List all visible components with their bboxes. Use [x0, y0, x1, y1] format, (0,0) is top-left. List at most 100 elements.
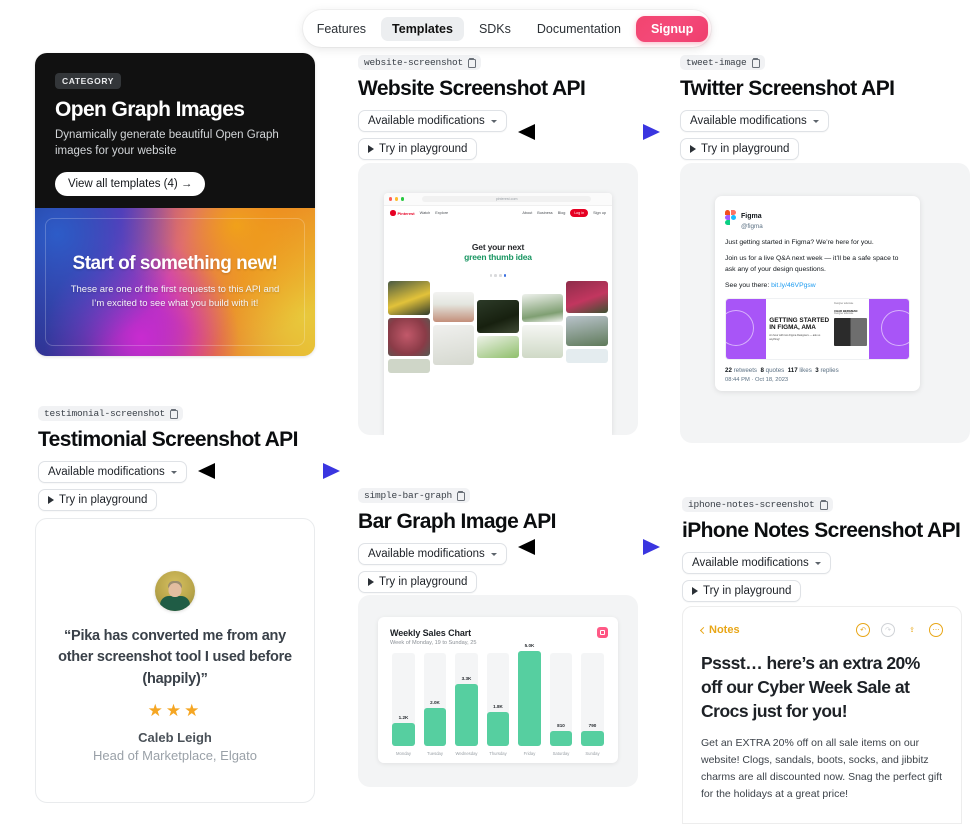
- available-modifications-dropdown[interactable]: Available modifications: [680, 110, 829, 132]
- try-in-playground-button[interactable]: Try in playground: [682, 580, 802, 602]
- grid-tile[interactable]: [566, 348, 608, 363]
- copy-icon[interactable]: [751, 58, 760, 68]
- grid-tile[interactable]: [388, 358, 430, 373]
- signup-button[interactable]: Signup: [635, 15, 709, 42]
- tweet-likes-label: likes: [799, 366, 812, 374]
- pinterest-nav-explore[interactable]: Explore: [435, 211, 448, 215]
- grid-tile[interactable]: [521, 324, 564, 358]
- grid-tile[interactable]: [477, 335, 519, 358]
- og-card-header: CATEGORY Open Graph Images Dynamically g…: [35, 53, 315, 208]
- pinterest-hero: Get your next green thumb idea: [384, 220, 612, 268]
- playground-label: Try in playground: [701, 143, 790, 155]
- api-title-testimonial-screenshot: Testimonial Screenshot API: [38, 428, 298, 451]
- open-graph-category-card[interactable]: CATEGORY Open Graph Images Dynamically g…: [35, 53, 315, 356]
- play-icon: [368, 578, 374, 586]
- slug-badge-website-screenshot[interactable]: website-screenshot: [358, 55, 482, 70]
- grid-tile[interactable]: [432, 291, 475, 322]
- chart-subtitle: Week of Monday, 19 to Sunday, 25: [390, 640, 477, 646]
- nav-item-sdks[interactable]: SDKs: [468, 17, 522, 41]
- chart-bar-label: Saturday: [552, 751, 570, 756]
- view-all-templates-button[interactable]: View all templates (4) →: [55, 171, 206, 196]
- window-zoom-dot: [400, 197, 404, 201]
- try-in-playground-button[interactable]: Try in playground: [38, 489, 158, 511]
- grid-tile[interactable]: [566, 280, 608, 313]
- grid-tile[interactable]: [388, 317, 430, 356]
- chart-bar-value: 1.2K: [398, 715, 409, 721]
- dropdown-label: Available modifications: [368, 115, 485, 127]
- pinterest-signup-button[interactable]: Sign up: [593, 211, 606, 215]
- playground-row: Try in playground: [38, 489, 338, 511]
- tweet-stats: 22 retweets 8 quotes 117 likes 3 replies: [725, 367, 910, 374]
- og-card-subtitle: Dynamically generate beautiful Open Grap…: [55, 129, 279, 158]
- chevron-down-icon: [490, 119, 497, 123]
- nav-item-documentation[interactable]: Documentation: [526, 17, 632, 41]
- available-modifications-dropdown[interactable]: Available modifications: [38, 461, 187, 483]
- pinterest-nav-blog[interactable]: Blog: [558, 211, 566, 215]
- pinterest-nav-business[interactable]: Business: [537, 211, 552, 215]
- tweet-timestamp: 08:44 PM · Oct 18, 2023: [725, 376, 789, 383]
- copy-icon[interactable]: [467, 58, 477, 68]
- tweet-text-line1: Just getting started in Figma? We’re her…: [725, 238, 874, 246]
- section-iphone-notes-screenshot: iphone-notes-screenshot iPhone Notes Scr…: [682, 494, 972, 608]
- slug-badge-tweet-image[interactable]: tweet-image: [680, 55, 765, 70]
- chart-bar-value: 810: [557, 722, 565, 728]
- notes-body: Get an EXTRA 20% off on all sale items o…: [701, 737, 943, 801]
- dropdown-label: Available modifications: [48, 466, 165, 478]
- slug-text: iphone-notes-screenshot: [688, 499, 815, 510]
- pinterest-nav-watch[interactable]: Watch: [420, 211, 431, 215]
- slug-badge-simple-bar-graph[interactable]: simple-bar-graph: [358, 488, 471, 503]
- grid-tile[interactable]: [388, 280, 430, 315]
- try-in-playground-button[interactable]: Try in playground: [358, 571, 478, 593]
- grid-tile[interactable]: [566, 315, 608, 346]
- chevron-down-icon: [814, 561, 821, 565]
- tweet-image-headline: GETTING STARTED IN FIGMA, AMA: [769, 316, 830, 331]
- chart-bars: 1.2K Monday 2.0K Tuesday 3.3K Wednesday 1.8K Th…: [390, 643, 606, 757]
- slug-text: tweet-image: [686, 57, 747, 68]
- pinterest-nav-about[interactable]: About: [522, 211, 532, 215]
- available-modifications-dropdown[interactable]: Available modifications: [358, 543, 507, 565]
- tweet-attached-image[interactable]: GETTING STARTED IN FIGMA, AMA An hour wi…: [725, 297, 910, 360]
- slug-badge-iphone-notes-screenshot[interactable]: iphone-notes-screenshot: [682, 497, 833, 512]
- og-card-preview-image: Start of something new! These are one of…: [35, 208, 315, 356]
- tweet-link-prefix: See you there:: [725, 282, 772, 290]
- chart-bar: 3.3K: [455, 676, 478, 746]
- more-icon[interactable]: ⋯: [929, 623, 943, 637]
- browser-url-bar[interactable]: pinterest.com: [422, 195, 591, 203]
- copy-icon[interactable]: [819, 500, 828, 510]
- og-card-title: Open Graph Images: [55, 98, 245, 121]
- try-in-playground-button[interactable]: Try in playground: [358, 138, 478, 160]
- notes-back-button[interactable]: Notes: [699, 624, 740, 636]
- chevron-down-icon: [490, 552, 497, 556]
- tweet-replies-count: 3: [815, 366, 819, 374]
- copy-icon[interactable]: [169, 409, 179, 419]
- crop-badge-icon: [597, 627, 608, 638]
- share-icon[interactable]: ⇪: [906, 623, 918, 637]
- pinterest-login-button[interactable]: Log in: [570, 209, 589, 217]
- tweet-author-handle: @figma: [741, 223, 763, 230]
- bar-chart-card: Weekly Sales Chart Week of Monday, 19 to…: [378, 617, 618, 763]
- try-in-playground-button[interactable]: Try in playground: [680, 138, 800, 160]
- nav-item-features[interactable]: Features: [306, 17, 377, 41]
- og-preview-frame: Start of something new! These are one of…: [45, 218, 305, 346]
- chart-bar-label: Friday: [523, 751, 536, 756]
- grid-tile[interactable]: [477, 299, 519, 333]
- grid-tile[interactable]: [432, 324, 475, 365]
- available-modifications-dropdown[interactable]: Available modifications: [358, 110, 507, 132]
- tweet-author: Figma @figma: [741, 205, 763, 231]
- playground-row: Try in playground: [680, 138, 970, 160]
- tweet-quotes-label: quotes: [765, 366, 785, 374]
- chart-bar-value: 790: [588, 723, 597, 729]
- tweet-link[interactable]: bit.ly/46VPgsw: [771, 282, 816, 289]
- available-modifications-dropdown[interactable]: Available modifications: [682, 552, 831, 574]
- carousel-dots[interactable]: [384, 274, 612, 277]
- undo-icon[interactable]: ↶: [856, 623, 870, 637]
- nav-item-templates[interactable]: Templates: [381, 16, 464, 41]
- copy-icon[interactable]: [456, 491, 466, 501]
- grid-tile[interactable]: [521, 293, 564, 322]
- chart-bar: 1.8K: [486, 704, 510, 746]
- slug-badge-testimonial-screenshot[interactable]: testimonial-screenshot: [38, 406, 184, 421]
- redo-icon[interactable]: ↷: [881, 623, 895, 637]
- play-icon: [368, 145, 374, 153]
- tweet-likes-count: 117: [787, 366, 798, 374]
- playground-row: Try in playground: [682, 580, 972, 602]
